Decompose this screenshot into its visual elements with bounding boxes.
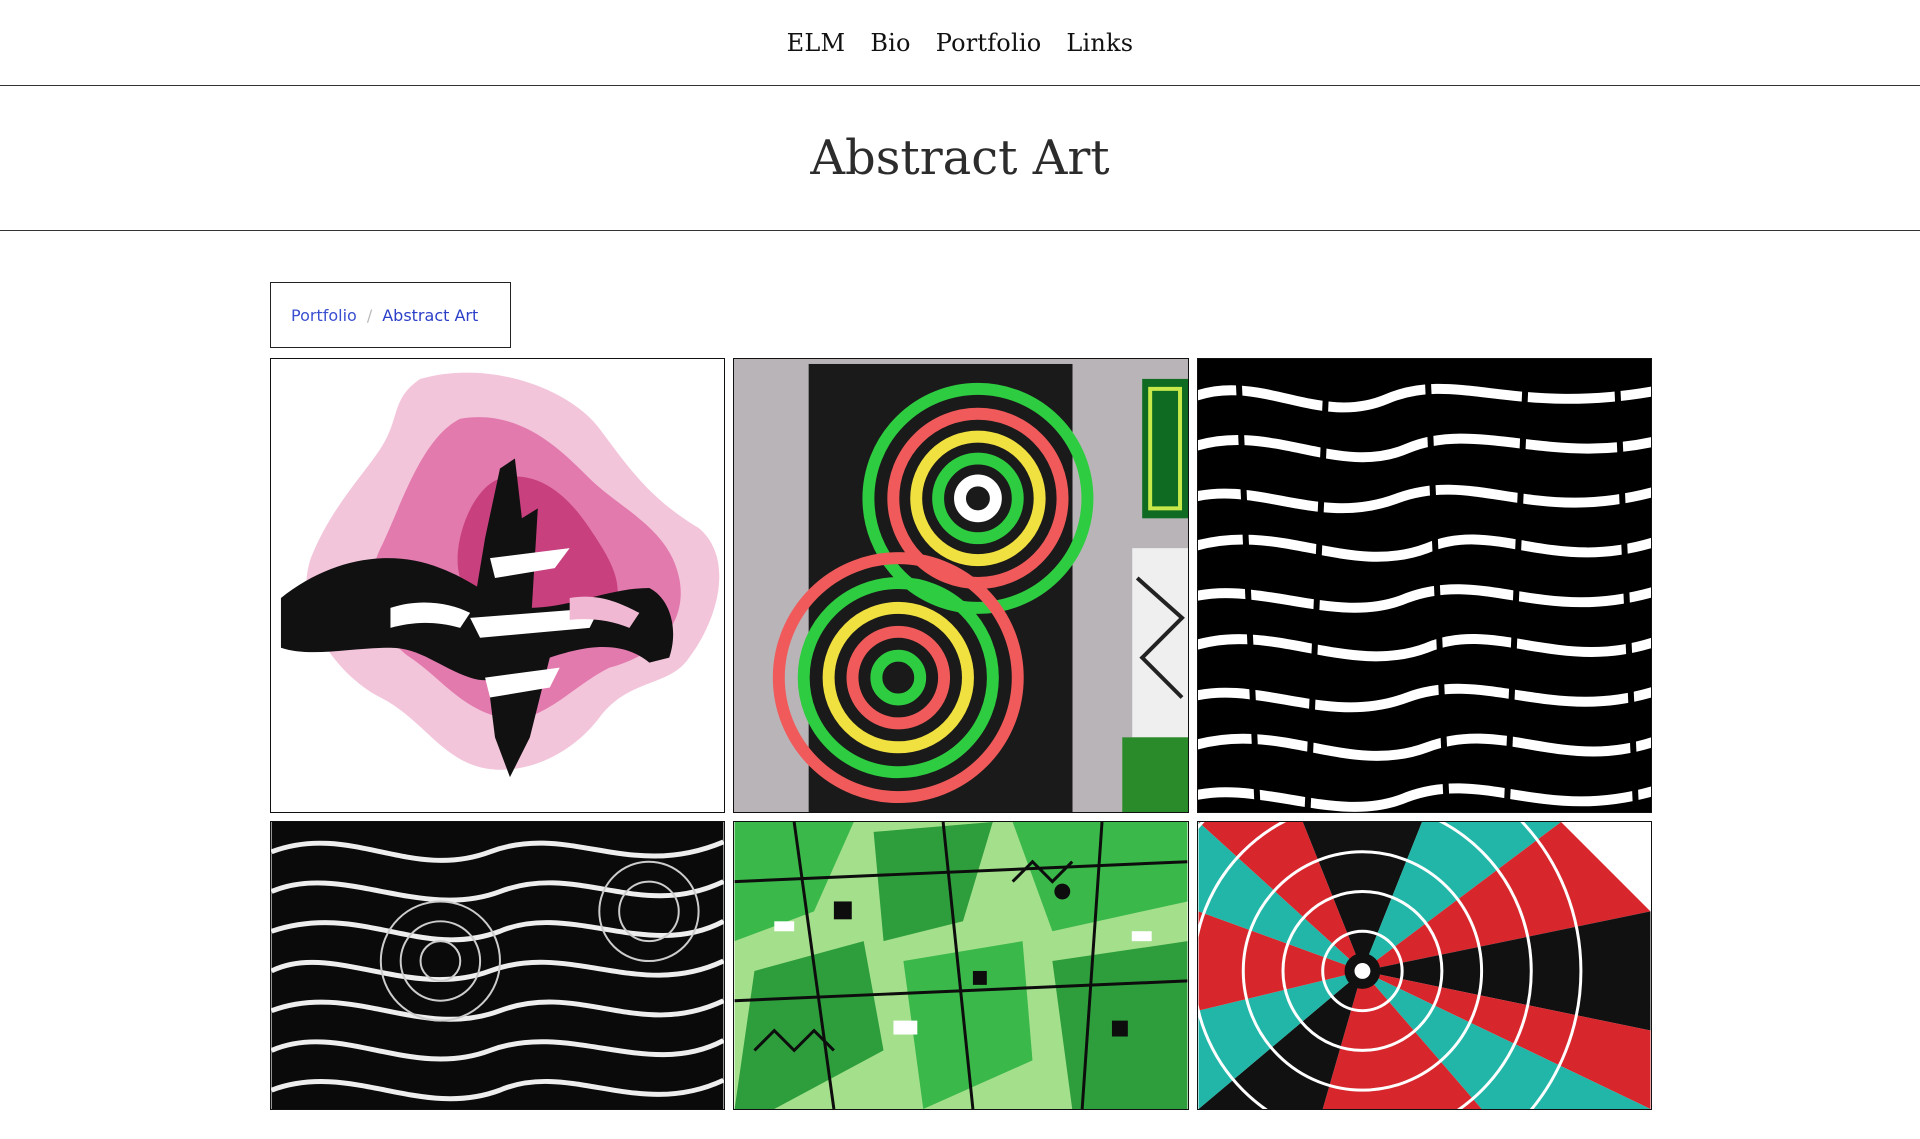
nav-link-elm[interactable]: ELM <box>787 29 846 57</box>
top-navigation: ELM Bio Portfolio Links <box>0 0 1920 86</box>
artwork-tile-black-white-waves[interactable] <box>270 821 725 1110</box>
artwork-image-green-geo <box>734 822 1188 1109</box>
artwork-tile-pink-black-abstract[interactable] <box>270 358 725 813</box>
breadcrumb: Portfolio / Abstract Art <box>270 282 511 348</box>
artwork-image-zebra <box>1198 359 1651 812</box>
artwork-tile-black-white-zebra[interactable] <box>1197 358 1652 813</box>
page-header: Abstract Art <box>0 86 1920 231</box>
artwork-image-red-teal <box>1198 822 1651 1109</box>
artwork-tile-green-geometric[interactable] <box>733 821 1189 1110</box>
breadcrumb-link-portfolio[interactable]: Portfolio <box>291 306 357 325</box>
artwork-image-bw-waves <box>271 822 724 1109</box>
nav-link-portfolio[interactable]: Portfolio <box>936 29 1042 57</box>
artwork-tile-green-swirl-canvas[interactable] <box>733 358 1189 813</box>
artwork-image-green-swirl <box>734 359 1188 812</box>
artwork-gallery <box>270 358 1652 1110</box>
nav-link-bio[interactable]: Bio <box>870 29 910 57</box>
breadcrumb-separator: / <box>366 305 373 325</box>
page-title: Abstract Art <box>810 130 1110 186</box>
artwork-image-pink-black <box>271 359 724 812</box>
artwork-tile-red-teal-radial[interactable] <box>1197 821 1652 1110</box>
nav-link-links[interactable]: Links <box>1066 29 1133 57</box>
breadcrumb-current[interactable]: Abstract Art <box>382 306 478 325</box>
